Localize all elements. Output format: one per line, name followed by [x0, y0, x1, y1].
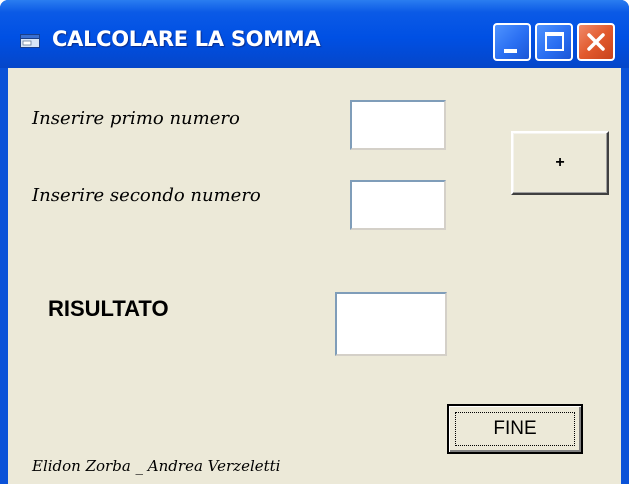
primo-numero-input[interactable] — [350, 100, 446, 150]
add-button-label: + — [555, 154, 565, 171]
title-bar[interactable]: CALCOLARE LA SOMMA — [0, 0, 629, 68]
fine-button[interactable]: FINE — [447, 404, 583, 454]
maximize-icon — [545, 32, 564, 51]
credits-text: Elidon Zorba _ Andrea Verzeletti — [32, 457, 281, 475]
app-window: CALCOLARE LA SOMMA Inserire primo numero… — [0, 0, 629, 484]
maximize-button[interactable] — [535, 23, 573, 61]
minimize-icon — [504, 49, 517, 53]
secondo-numero-input[interactable] — [350, 180, 446, 230]
window-title: CALCOLARE LA SOMMA — [52, 27, 321, 51]
close-icon — [587, 33, 605, 51]
secondo-numero-label: Inserire secondo numero — [32, 185, 261, 206]
app-icon — [20, 34, 40, 48]
risultato-label: RISULTATO — [48, 296, 169, 321]
close-button[interactable] — [577, 23, 615, 61]
primo-numero-label: Inserire primo numero — [32, 108, 240, 129]
minimize-button[interactable] — [493, 23, 531, 61]
risultato-output[interactable] — [335, 292, 447, 356]
form-client-area: Inserire primo numero Inserire secondo n… — [8, 68, 621, 484]
add-button[interactable]: + — [511, 131, 609, 195]
fine-button-label: FINE — [455, 412, 575, 446]
